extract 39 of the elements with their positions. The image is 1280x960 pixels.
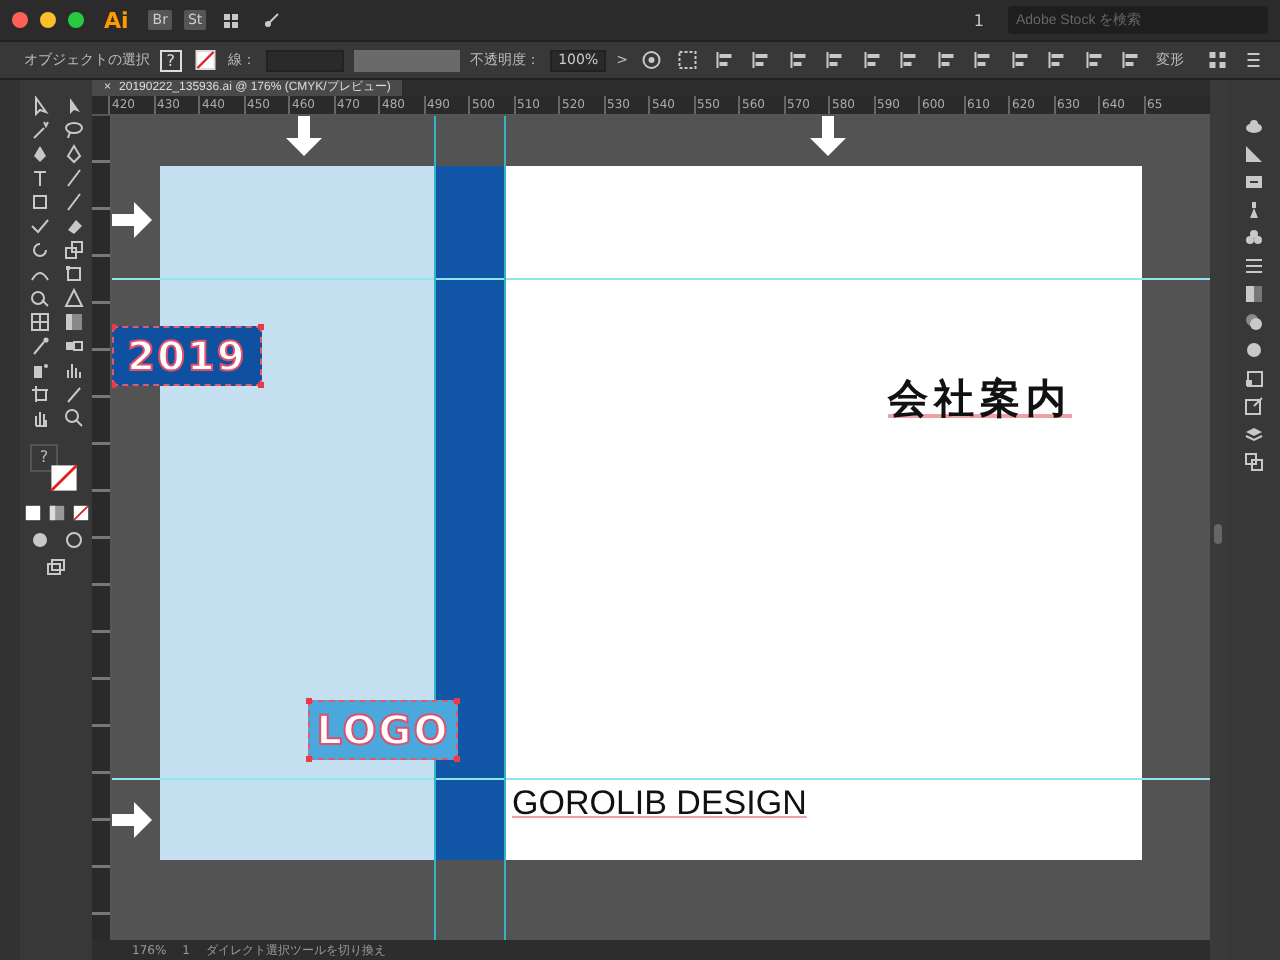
dashed-selection-icon[interactable] xyxy=(674,50,702,70)
app-logo: Ai xyxy=(102,7,131,33)
page-curl-icon[interactable] xyxy=(1241,144,1265,164)
stroke-swatch-icon[interactable] xyxy=(50,464,78,492)
stroke-swatch-icon[interactable] xyxy=(191,50,219,70)
fill-swatch[interactable]: ? xyxy=(160,49,182,71)
export-icon[interactable] xyxy=(1241,396,1265,416)
window-zoom-button[interactable] xyxy=(68,12,84,28)
down-arrow-icon xyxy=(808,116,848,156)
heading-text: 会社案内 xyxy=(888,372,1072,426)
screen-mode-icon[interactable] xyxy=(42,558,70,578)
window-minimize-button[interactable] xyxy=(40,12,56,28)
outlined-text: LOGO xyxy=(308,700,458,760)
stroke-lines-icon[interactable] xyxy=(1241,256,1265,276)
lasso-icon[interactable] xyxy=(59,120,87,140)
solid-fill-icon[interactable] xyxy=(23,504,41,522)
right-arrow-icon xyxy=(112,200,152,240)
gradient-fill-icon[interactable] xyxy=(47,504,65,522)
cloud-icon[interactable] xyxy=(1241,116,1265,136)
overlapping-circles-icon[interactable] xyxy=(1241,312,1265,332)
gradient-icon[interactable] xyxy=(1241,284,1265,304)
caption-text: GOROLIB DESIGN xyxy=(512,784,807,824)
scale-icon[interactable] xyxy=(59,240,87,260)
artboards-icon[interactable] xyxy=(1241,452,1265,472)
swatches-icon[interactable] xyxy=(1241,172,1265,192)
magnifier-icon[interactable] xyxy=(59,408,87,428)
right-arrow-icon xyxy=(112,800,152,840)
page-dropdown[interactable]: 1 xyxy=(961,11,996,29)
perspective-grid-icon[interactable] xyxy=(59,288,87,308)
window-close-button[interactable] xyxy=(12,12,28,28)
no-fill-icon[interactable] xyxy=(71,504,89,522)
globe-icon[interactable] xyxy=(637,50,665,70)
scroll-thumb[interactable] xyxy=(1214,524,1222,544)
club-icon[interactable] xyxy=(1241,228,1265,248)
style-field[interactable] xyxy=(354,49,461,71)
outlined-text: 2019 xyxy=(112,326,262,386)
mesh-icon[interactable] xyxy=(25,312,53,332)
layers-icon[interactable] xyxy=(1241,424,1265,444)
down-arrow-icon xyxy=(284,116,324,156)
